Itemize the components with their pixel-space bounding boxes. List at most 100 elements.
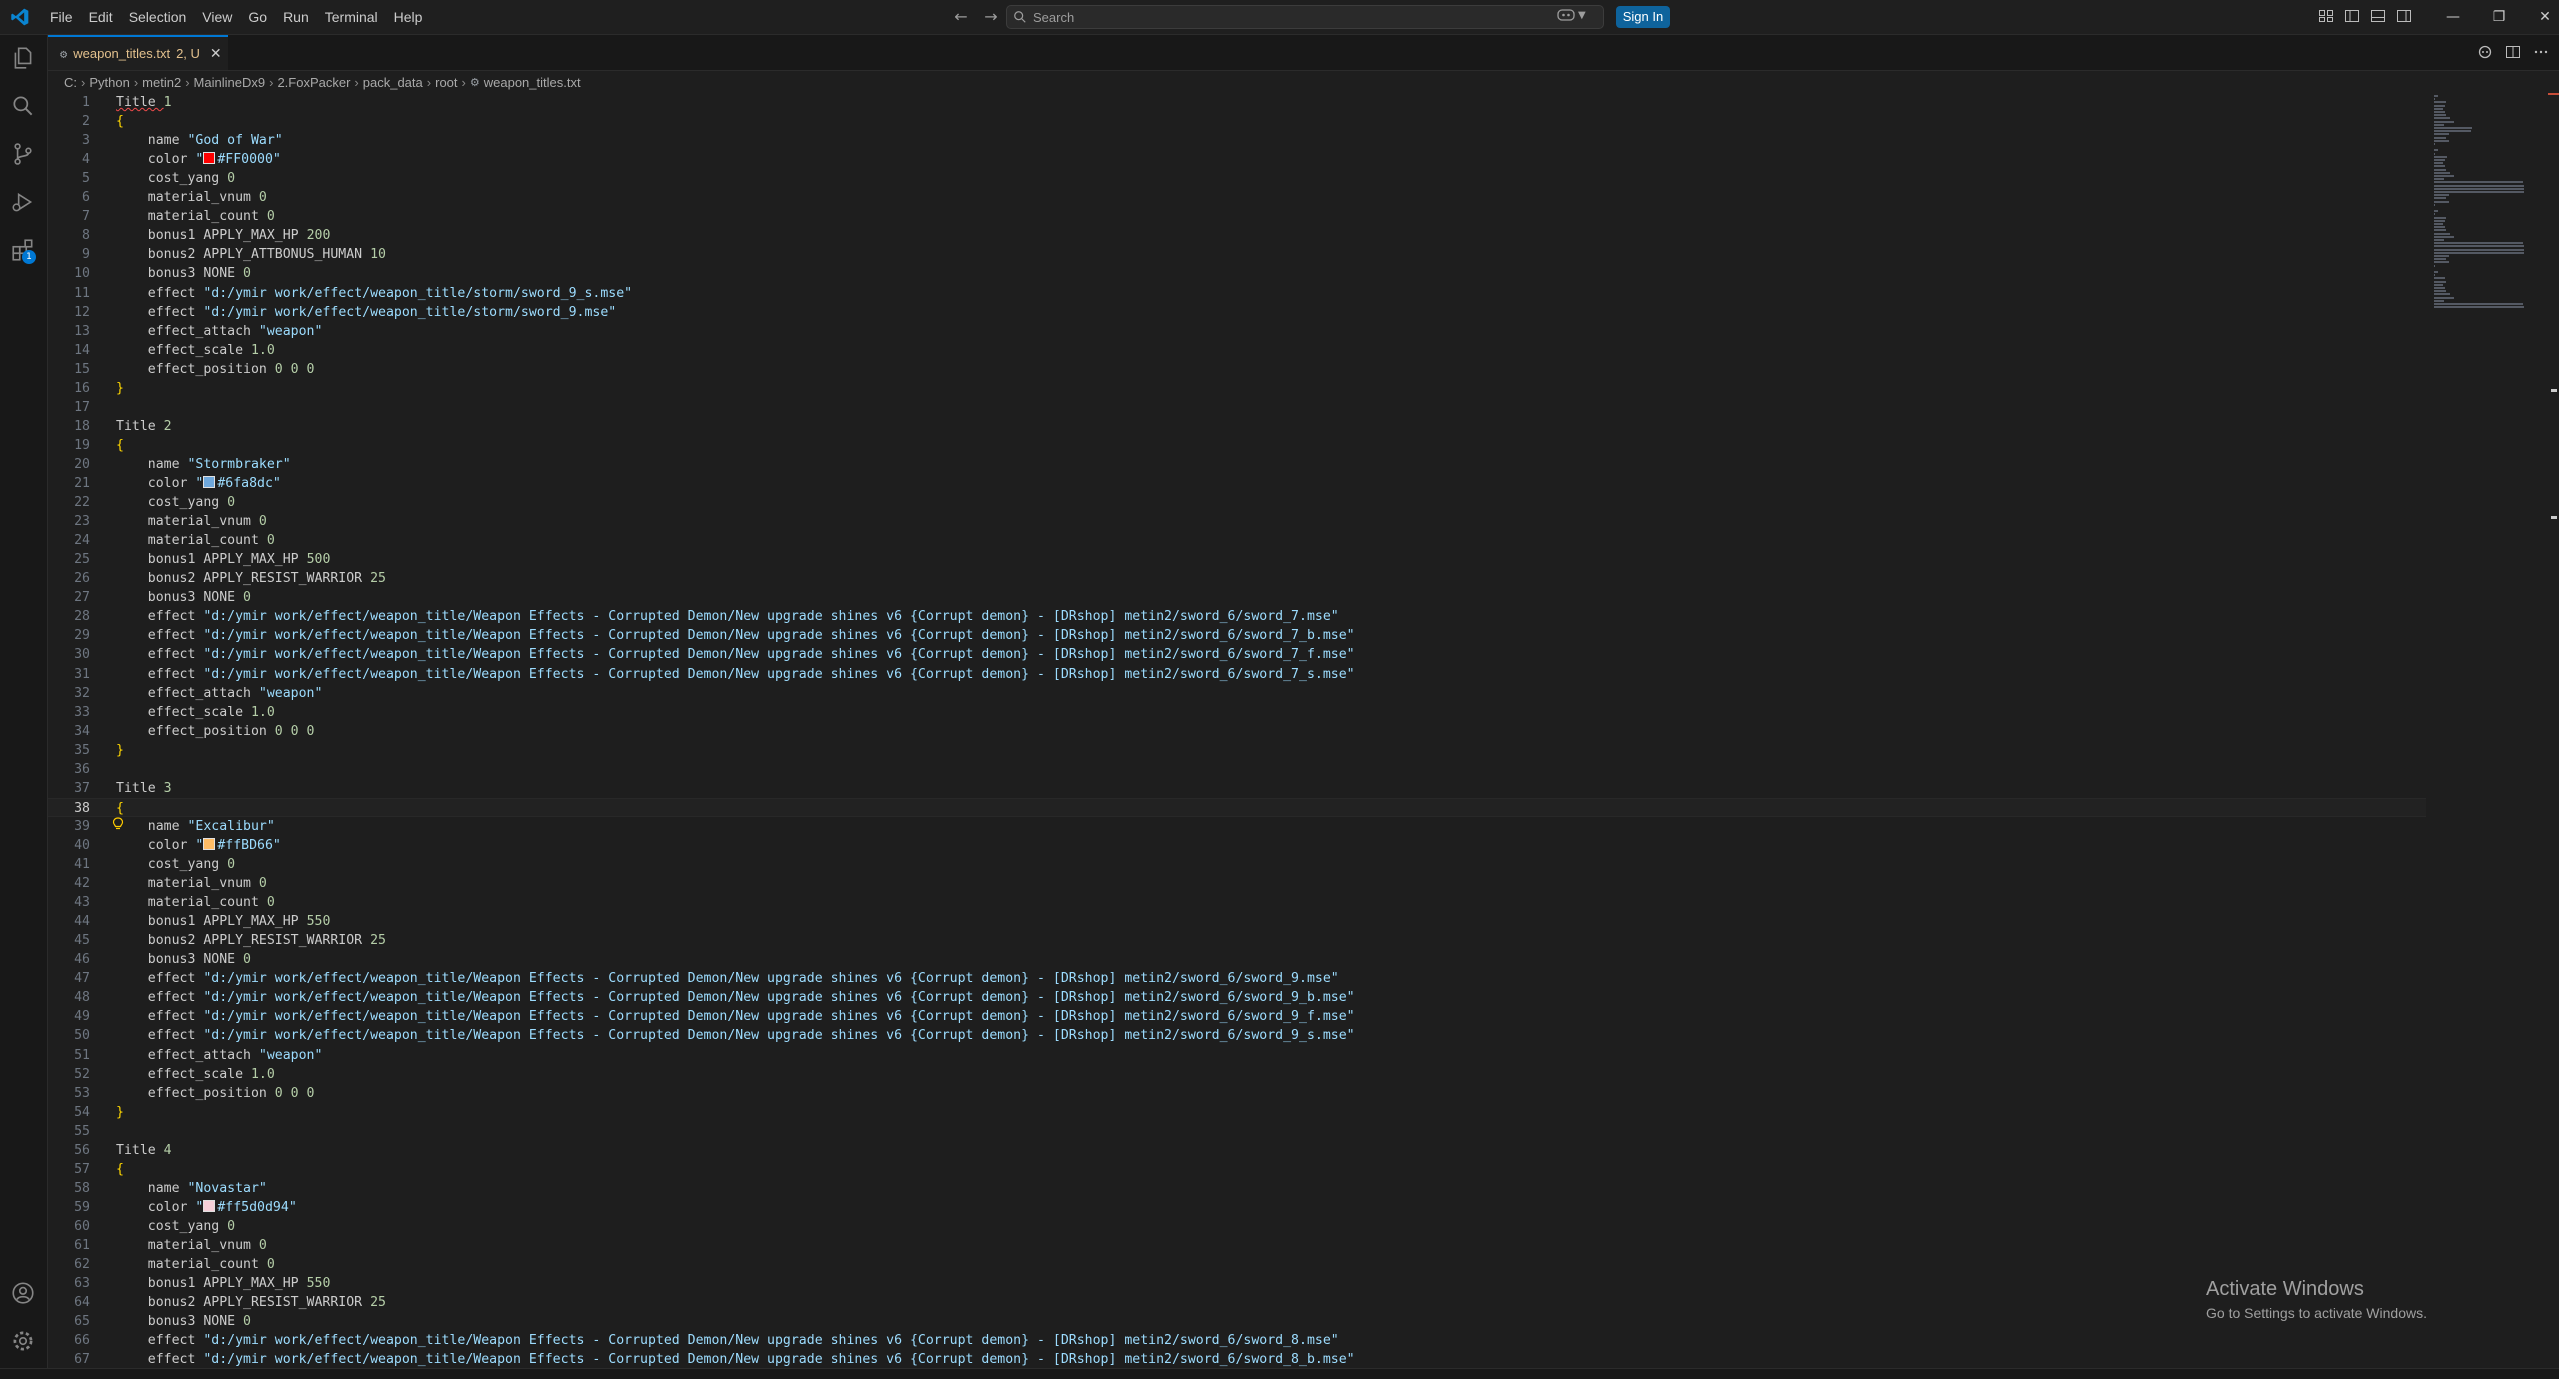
toggle-primary-sidebar-icon[interactable] xyxy=(2344,8,2360,24)
code-line[interactable]: 6 material_vnum 0 xyxy=(48,188,2428,207)
code-line[interactable]: 12 effect "d:/ymir work/effect/weapon_ti… xyxy=(48,303,2428,322)
customize-layout-icon[interactable] xyxy=(2318,8,2334,24)
code-line[interactable]: 57 { xyxy=(48,1160,2428,1179)
code-line[interactable]: 8 bonus1 APPLY_MAX_HP 200 xyxy=(48,226,2428,245)
breadcrumb-item[interactable]: MainlineDx9 xyxy=(194,75,266,90)
code-line[interactable]: 39 name "Excalibur" xyxy=(48,817,2428,836)
code-line[interactable]: 23 material_vnum 0 xyxy=(48,512,2428,531)
source-control-icon[interactable] xyxy=(10,141,36,167)
color-swatch[interactable] xyxy=(203,152,216,165)
code-line[interactable]: 16} xyxy=(48,379,2428,398)
code-line[interactable]: 52 effect_scale 1.0 xyxy=(48,1065,2428,1084)
accounts-icon[interactable] xyxy=(10,1280,36,1306)
code-line[interactable]: 17 xyxy=(48,398,2428,417)
code-line[interactable]: 14 effect_scale 1.0 xyxy=(48,341,2428,360)
copilot-chat-icon[interactable] xyxy=(2477,44,2493,60)
close-icon[interactable]: ✕ xyxy=(210,46,222,62)
code-line[interactable]: 43 material_count 0 xyxy=(48,893,2428,912)
code-line[interactable]: 45 bonus2 APPLY_RESIST_WARRIOR 25 xyxy=(48,931,2428,950)
menu-view[interactable]: View xyxy=(194,5,240,29)
code-line[interactable]: 2{ xyxy=(48,112,2428,131)
code-line[interactable]: 54} xyxy=(48,1103,2428,1122)
code-line[interactable]: 11 effect "d:/ymir work/effect/weapon_ti… xyxy=(48,284,2428,303)
close-window-icon[interactable]: ✕ xyxy=(2522,0,2559,34)
code-line[interactable]: 33 effect_scale 1.0 xyxy=(48,703,2428,722)
code-line[interactable]: 42 material_vnum 0 xyxy=(48,874,2428,893)
code-line[interactable]: 64 bonus2 APPLY_RESIST_WARRIOR 25 xyxy=(48,1293,2428,1312)
code-line[interactable]: 62 material_count 0 xyxy=(48,1255,2428,1274)
menu-file[interactable]: File xyxy=(42,5,81,29)
code-line[interactable]: 13 effect_attach "weapon" xyxy=(48,322,2428,341)
code-line[interactable]: 18 Title 2 xyxy=(48,417,2428,436)
breadcrumb-item[interactable]: 2.FoxPacker xyxy=(277,75,350,90)
breadcrumb-item[interactable]: weapon_titles.txt xyxy=(484,75,581,90)
code-line[interactable]: 25 bonus1 APPLY_MAX_HP 500 xyxy=(48,550,2428,569)
code-line[interactable]: 41 cost_yang 0 xyxy=(48,855,2428,874)
menu-selection[interactable]: Selection xyxy=(121,5,195,29)
code-line[interactable]: 46 bonus3 NONE 0 xyxy=(48,950,2428,969)
code-line[interactable]: 31 effect "d:/ymir work/effect/weapon_ti… xyxy=(48,665,2428,684)
code-line[interactable]: 47 effect "d:/ymir work/effect/weapon_ti… xyxy=(48,969,2428,988)
code-line[interactable]: 48 effect "d:/ymir work/effect/weapon_ti… xyxy=(48,988,2428,1007)
menu-edit[interactable]: Edit xyxy=(81,5,121,29)
code-line[interactable]: 37 Title 3 xyxy=(48,779,2428,798)
breadcrumb-item[interactable]: Python xyxy=(89,75,129,90)
explorer-icon[interactable] xyxy=(10,45,36,71)
code-line[interactable]: 53 effect_position 0 0 0 xyxy=(48,1084,2428,1103)
code-line[interactable]: 40 color " #ffBD66" xyxy=(48,836,2428,855)
command-center-search[interactable]: Search xyxy=(1006,5,1604,29)
code-line[interactable]: 7 material_count 0 xyxy=(48,207,2428,226)
restore-icon[interactable]: ❐ xyxy=(2476,0,2522,34)
code-line[interactable]: 5 cost_yang 0 xyxy=(48,169,2428,188)
code-line[interactable]: 66 effect "d:/ymir work/effect/weapon_ti… xyxy=(48,1331,2428,1350)
code-line[interactable]: 50 effect "d:/ymir work/effect/weapon_ti… xyxy=(48,1026,2428,1045)
sign-in-button[interactable]: Sign In xyxy=(1616,6,1670,28)
vertical-scrollbar[interactable] xyxy=(2548,93,2559,1367)
code-line[interactable]: 22 cost_yang 0 xyxy=(48,493,2428,512)
code-line[interactable]: 58 name "Novastar" xyxy=(48,1179,2428,1198)
code-line[interactable]: 29 effect "d:/ymir work/effect/weapon_ti… xyxy=(48,626,2428,645)
code-line[interactable]: 59 color " #ff5d0d94" xyxy=(48,1198,2428,1217)
menu-go[interactable]: Go xyxy=(240,5,275,29)
code-editor[interactable]: 1 Title 1 2{3 name "God of War" 4 color " #F… xyxy=(48,93,2428,1367)
code-line[interactable]: 19 { xyxy=(48,436,2428,455)
menu-run[interactable]: Run xyxy=(275,5,317,29)
more-actions-icon[interactable] xyxy=(2533,44,2549,60)
tab-weapon-titles[interactable]: ⚙ weapon_titles.txt 2, U ✕ xyxy=(48,35,228,70)
code-line[interactable]: 4 color " #FF0000" xyxy=(48,150,2428,169)
code-line[interactable]: 32 effect_attach "weapon" xyxy=(48,684,2428,703)
minimap[interactable] xyxy=(2432,93,2552,1367)
split-editor-icon[interactable] xyxy=(2505,44,2521,60)
breadcrumb-item[interactable]: pack_data xyxy=(363,75,423,90)
code-line[interactable]: 26 bonus2 APPLY_RESIST_WARRIOR 25 xyxy=(48,569,2428,588)
color-swatch[interactable] xyxy=(203,837,216,850)
code-line[interactable]: 27 bonus3 NONE 0 xyxy=(48,588,2428,607)
code-line[interactable]: 51 effect_attach "weapon" xyxy=(48,1046,2428,1065)
code-line[interactable]: 15 effect_position 0 0 0 xyxy=(48,360,2428,379)
code-line[interactable]: 9 bonus2 APPLY_ATTBONUS_HUMAN 10 xyxy=(48,245,2428,264)
code-line[interactable]: 44 bonus1 APPLY_MAX_HP 550 xyxy=(48,912,2428,931)
copilot-button[interactable]: ▼ xyxy=(1556,7,1586,23)
code-line[interactable]: 60 cost_yang 0 xyxy=(48,1217,2428,1236)
code-line[interactable]: 63 bonus1 APPLY_MAX_HP 550 xyxy=(48,1274,2428,1293)
manage-gear-icon[interactable] xyxy=(10,1328,36,1354)
menu-terminal[interactable]: Terminal xyxy=(317,5,386,29)
breadcrumb-item[interactable]: metin2 xyxy=(142,75,181,90)
code-line[interactable]: 56 Title 4 xyxy=(48,1141,2428,1160)
code-line[interactable]: 34 effect_position 0 0 0 xyxy=(48,722,2428,741)
code-line[interactable]: 28 effect "d:/ymir work/effect/weapon_ti… xyxy=(48,607,2428,626)
code-line[interactable]: 10 bonus3 NONE 0 xyxy=(48,264,2428,283)
code-line[interactable]: 3 name "God of War" xyxy=(48,131,2428,150)
code-line[interactable]: 24 material_count 0 xyxy=(48,531,2428,550)
code-line[interactable]: 67 effect "d:/ymir work/effect/weapon_ti… xyxy=(48,1350,2428,1367)
minimize-icon[interactable]: — xyxy=(2430,0,2476,34)
breadcrumb-item[interactable]: root xyxy=(435,75,457,90)
run-debug-icon[interactable] xyxy=(10,189,36,215)
code-line[interactable]: 21 color " #6fa8dc" xyxy=(48,474,2428,493)
code-line[interactable]: 65 bonus3 NONE 0 xyxy=(48,1312,2428,1331)
code-line[interactable]: 30 effect "d:/ymir work/effect/weapon_ti… xyxy=(48,645,2428,664)
code-line[interactable]: 36 xyxy=(48,760,2428,779)
color-swatch[interactable] xyxy=(203,1199,216,1212)
back-arrow-icon[interactable]: ← xyxy=(950,7,972,27)
code-line[interactable]: 49 effect "d:/ymir work/effect/weapon_ti… xyxy=(48,1007,2428,1026)
